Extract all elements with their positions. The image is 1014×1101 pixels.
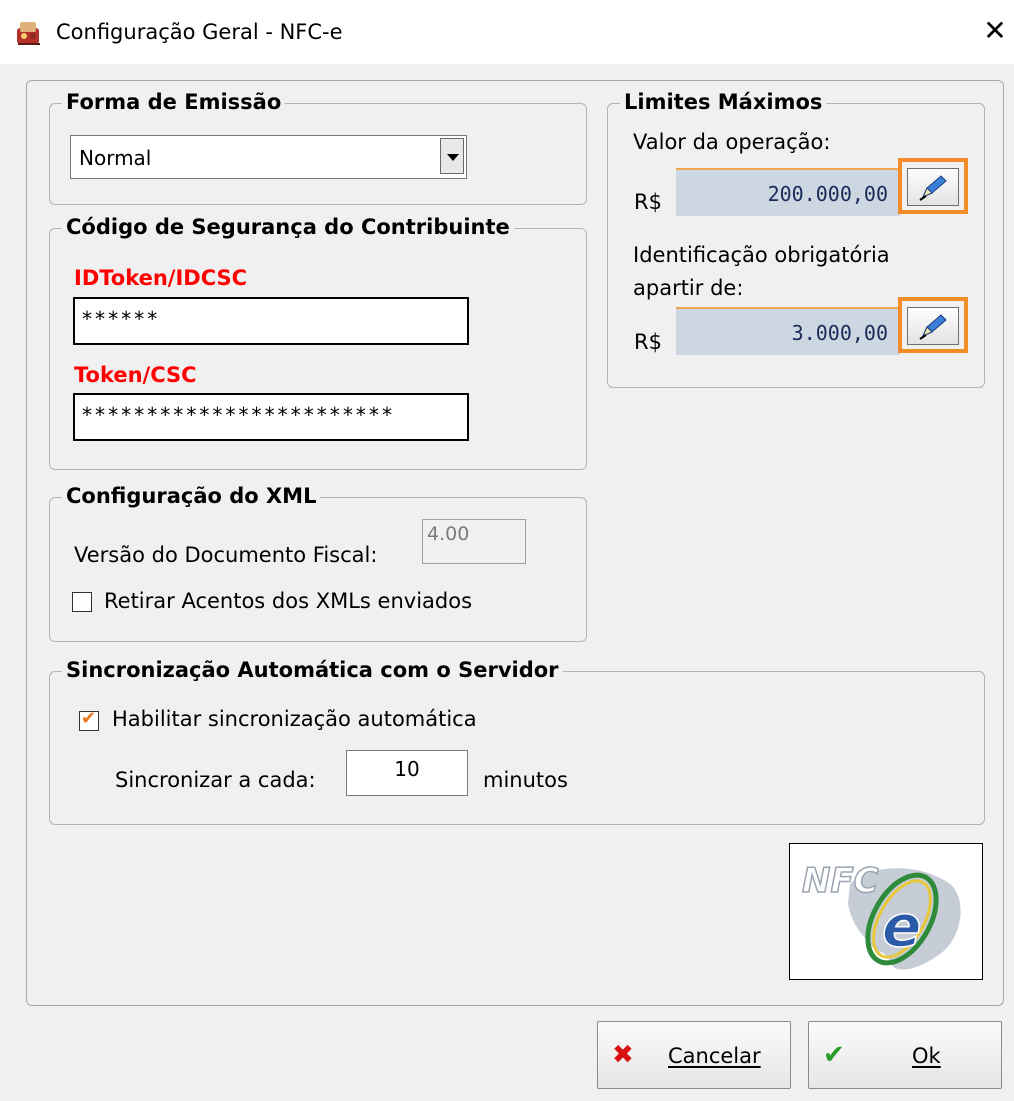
logo-nfc-text: NFC: [802, 861, 879, 901]
ok-button-label: Ok: [912, 1044, 941, 1068]
token-input[interactable]: ************************: [73, 393, 469, 441]
window-title: Configuração Geral - NFC-e: [56, 20, 343, 44]
sync-interval-input[interactable]: 10: [346, 750, 468, 796]
retirar-acentos-checkbox[interactable]: [72, 592, 92, 612]
checkmark-icon: ✔: [823, 1040, 845, 1070]
ident-currency-label: R$: [634, 330, 662, 354]
sync-legend: Sincronização Automática com o Servidor: [62, 656, 563, 684]
minutos-label: minutos: [483, 768, 568, 792]
cancel-button[interactable]: ✖ Cancelar: [597, 1021, 791, 1089]
limites-legend: Limites Máximos: [620, 88, 827, 116]
token-label: Token/CSC: [74, 363, 197, 387]
close-icon[interactable]: ✕: [980, 14, 1010, 48]
ident-edit-highlight: [898, 297, 968, 353]
sync-group: Sincronização Automática com o Servidor: [49, 656, 985, 825]
title-bar: Configuração Geral - NFC-e ✕: [0, 0, 1014, 64]
chevron-down-icon: [447, 154, 459, 161]
nfce-logo: NFC e: [789, 843, 983, 980]
idtoken-label: IDToken/IDCSC: [74, 266, 248, 290]
ident-obrigatoria-field: 3.000,00: [676, 307, 900, 355]
xml-legend: Configuração do XML: [62, 482, 321, 510]
codigo-seguranca-legend: Código de Segurança do Contribuinte: [62, 213, 514, 241]
pen-icon: [919, 175, 947, 201]
versao-label: Versão do Documento Fiscal:: [74, 543, 378, 567]
forma-emissao-select[interactable]: Normal: [70, 135, 467, 179]
nfce-logo-graphic: NFC e: [801, 860, 961, 970]
ident-label-line1: Identificação obrigatória: [633, 243, 890, 267]
dropdown-arrow-button[interactable]: [440, 138, 464, 174]
forma-emissao-legend: Forma de Emissão: [62, 88, 286, 116]
valor-currency-label: R$: [634, 190, 662, 214]
ident-label-line2: apartir de:: [633, 276, 744, 300]
ident-edit-button[interactable]: [907, 307, 959, 345]
cancel-button-label: Cancelar: [668, 1044, 761, 1068]
retirar-acentos-label[interactable]: Retirar Acentos dos XMLs enviados: [104, 589, 472, 613]
valor-edit-highlight: [898, 158, 968, 214]
valor-edit-button[interactable]: [907, 168, 959, 206]
valor-operacao-label: Valor da operação:: [633, 130, 831, 154]
versao-input: 4.00: [422, 519, 526, 564]
app-icon: [17, 22, 40, 45]
logo-e-text: e: [882, 892, 921, 960]
sincronizar-cada-label: Sincronizar a cada:: [115, 768, 316, 792]
x-icon: ✖: [612, 1040, 634, 1070]
habilitar-sync-checkbox[interactable]: [79, 708, 99, 731]
idtoken-input[interactable]: ******: [73, 297, 469, 345]
valor-operacao-field: 200.000,00: [676, 168, 900, 216]
ok-button[interactable]: ✔ Ok: [808, 1021, 1002, 1089]
pen-icon: [919, 314, 947, 340]
habilitar-sync-label[interactable]: Habilitar sincronização automática: [112, 707, 477, 731]
forma-emissao-value: Normal: [79, 146, 152, 170]
